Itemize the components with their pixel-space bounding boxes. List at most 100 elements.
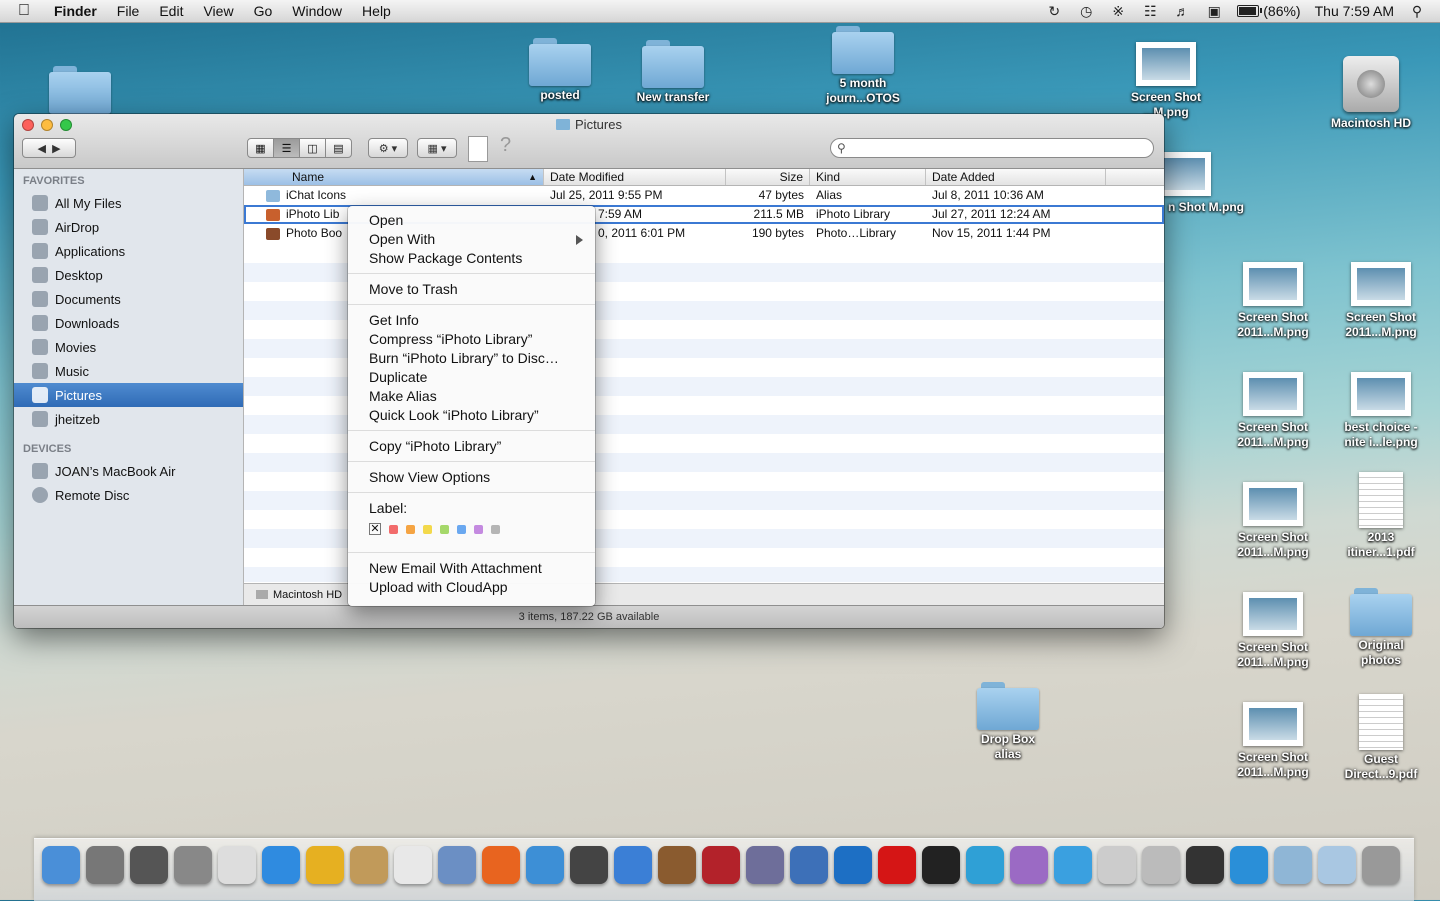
dock-downloads-icon[interactable] (1274, 846, 1312, 884)
forward-arrow-icon[interactable]: ▶ (52, 142, 60, 155)
volume-icon[interactable]: ♬ (1173, 3, 1191, 19)
dock-calculator-icon[interactable] (1142, 846, 1180, 884)
sidebar-item-documents[interactable]: Documents (14, 287, 243, 311)
label-orange-button[interactable] (406, 524, 415, 534)
clock[interactable]: Thu 7:59 AM (1315, 3, 1394, 19)
sidebar-item-pictures[interactable]: Pictures (14, 383, 243, 407)
dock-safari-icon[interactable] (526, 846, 564, 884)
label-green-button[interactable] (440, 524, 449, 534)
dock-textedit-icon[interactable] (218, 846, 256, 884)
menu-window[interactable]: Window (282, 0, 352, 22)
pdf-toolbar-icon[interactable] (468, 136, 488, 162)
sidebar-item-macbook-air[interactable]: JOAN’s MacBook Air (14, 459, 243, 483)
icon-view-button[interactable]: ▦ (247, 138, 274, 158)
menu-go[interactable]: Go (244, 0, 283, 22)
menu-item-compress[interactable]: Compress “iPhoto Library” (348, 330, 595, 349)
menu-help[interactable]: Help (352, 0, 401, 22)
search-field[interactable]: ⚲ (830, 138, 1154, 158)
menu-item-duplicate[interactable]: Duplicate (348, 368, 595, 387)
action-menu-button[interactable]: ⚙ ▾ (368, 138, 408, 158)
back-arrow-icon[interactable]: ◀ (37, 142, 45, 155)
dock-camera-icon[interactable] (834, 846, 872, 884)
dock-word-icon[interactable] (966, 846, 1004, 884)
desktop-screenshot[interactable]: Screen Shot 2011...M.png (1218, 592, 1328, 670)
time-machine-icon[interactable]: ◷ (1077, 3, 1095, 19)
dock-brushes-icon[interactable] (746, 846, 784, 884)
column-header-size[interactable]: Size (726, 169, 810, 185)
path-bar-item[interactable]: Macintosh HD (273, 589, 342, 601)
sidebar-item-downloads[interactable]: Downloads (14, 311, 243, 335)
menu-item-show-package-contents[interactable]: Show Package Contents (348, 249, 595, 268)
desktop-screenshot[interactable]: Screen Shot 2011...M.png (1218, 482, 1328, 560)
search-input[interactable] (849, 140, 1153, 156)
desktop-macintosh-hd[interactable]: Macintosh HD (1316, 56, 1426, 131)
dock-acrobat-icon[interactable] (878, 846, 916, 884)
column-view-button[interactable]: ◫ (299, 138, 326, 158)
menu-item-upload-with-cloudapp[interactable]: Upload with CloudApp (348, 578, 595, 597)
sidebar-item-all-my-files[interactable]: All My Files (14, 191, 243, 215)
dock-firefox-icon[interactable] (482, 846, 520, 884)
dock-finder-icon[interactable] (42, 846, 80, 884)
desktop-screenshot[interactable]: Screen Shot 2011...M.png (1218, 262, 1328, 340)
desktop-folder-5-month[interactable]: 5 month journ...OTOS (808, 26, 918, 106)
dock-quicktime-icon[interactable] (1230, 846, 1268, 884)
sidebar-item-movies[interactable]: Movies (14, 335, 243, 359)
label-yellow-button[interactable] (423, 524, 432, 534)
desktop-screenshot[interactable]: Screen Shot 2011...M.png (1218, 702, 1328, 780)
sidebar-item-home[interactable]: jheitzeb (14, 407, 243, 431)
label-none-button[interactable]: ✕ (369, 523, 381, 535)
label-red-button[interactable] (389, 524, 398, 534)
column-header-name[interactable]: Name ▲ (244, 169, 544, 185)
sidebar-item-music[interactable]: Music (14, 359, 243, 383)
cover-flow-button[interactable]: ▤ (325, 138, 352, 158)
desktop-folder-drop-box-alias[interactable]: Drop Box alias (953, 682, 1063, 762)
dock-system-preferences-icon[interactable] (174, 846, 212, 884)
dock-launchpad-icon[interactable] (86, 846, 124, 884)
desktop-screenshot-best-choice[interactable]: best choice - nite i...le.png (1326, 372, 1436, 450)
desktop-screenshot[interactable]: Screen Shot 2011...M.png (1326, 262, 1436, 340)
desktop-pdf-guest-directory[interactable]: Guest Direct...9.pdf (1326, 694, 1436, 782)
spotlight-search-icon[interactable]: ⚲ (1408, 3, 1426, 19)
menu-item-open[interactable]: Open (348, 211, 595, 230)
dock-piano-icon[interactable] (922, 846, 960, 884)
menu-item-new-email-with-attachment[interactable]: New Email With Attachment (348, 559, 595, 578)
desktop-pdf-itinerary[interactable]: 2013 itiner...1.pdf (1326, 472, 1436, 560)
dock-entourage-icon[interactable] (1010, 846, 1048, 884)
dock-trash-icon[interactable] (1362, 846, 1400, 884)
battery-status[interactable]: (86%) (1237, 3, 1301, 19)
dock-iphoto-icon[interactable] (658, 846, 696, 884)
sidebar-item-desktop[interactable]: Desktop (14, 263, 243, 287)
sync-icon[interactable]: ↻ (1045, 3, 1063, 19)
sidebar-item-applications[interactable]: Applications (14, 239, 243, 263)
label-purple-button[interactable] (474, 524, 483, 534)
dock-photo-booth-icon[interactable] (702, 846, 740, 884)
dock-keynote-icon[interactable] (790, 846, 828, 884)
desktop-screenshot[interactable]: Screen Shot 2011...M.png (1218, 372, 1328, 450)
sidebar-item-remote-disc[interactable]: Remote Disc (14, 483, 243, 507)
label-gray-button[interactable] (491, 524, 500, 534)
menu-item-get-info[interactable]: Get Info (348, 311, 595, 330)
sidebar-item-airdrop[interactable]: AirDrop (14, 215, 243, 239)
menu-item-copy[interactable]: Copy “iPhoto Library” (348, 437, 595, 456)
menu-app-finder[interactable]: Finder (44, 0, 107, 22)
input-menu-icon[interactable]: ▣ (1205, 3, 1223, 19)
menu-item-burn-to-disc[interactable]: Burn “iPhoto Library” to Disc… (348, 349, 595, 368)
dock-messenger-icon[interactable] (1054, 846, 1092, 884)
bluetooth-icon[interactable]: ※ (1109, 3, 1127, 19)
desktop-folder-new-transfer[interactable]: New transfer (618, 40, 728, 105)
arrange-menu-button[interactable]: ▦ ▾ (417, 138, 457, 158)
apple-menu-icon[interactable]:  (14, 1, 34, 21)
dock-documents-icon[interactable] (1318, 846, 1356, 884)
dock-itunes-icon[interactable] (614, 846, 652, 884)
dock-chrome-icon[interactable] (306, 846, 344, 884)
label-blue-button[interactable] (457, 524, 466, 534)
menu-item-quick-look[interactable]: Quick Look “iPhoto Library” (348, 406, 595, 425)
menu-item-make-alias[interactable]: Make Alias (348, 387, 595, 406)
menu-item-show-view-options[interactable]: Show View Options (348, 468, 595, 487)
dock-facetime-icon[interactable] (570, 846, 608, 884)
dock-pen-icon[interactable] (1186, 846, 1224, 884)
column-header-date-modified[interactable]: Date Modified (544, 169, 726, 185)
menu-file[interactable]: File (107, 0, 150, 22)
menu-edit[interactable]: Edit (149, 0, 193, 22)
dock-contacts-icon[interactable] (350, 846, 388, 884)
